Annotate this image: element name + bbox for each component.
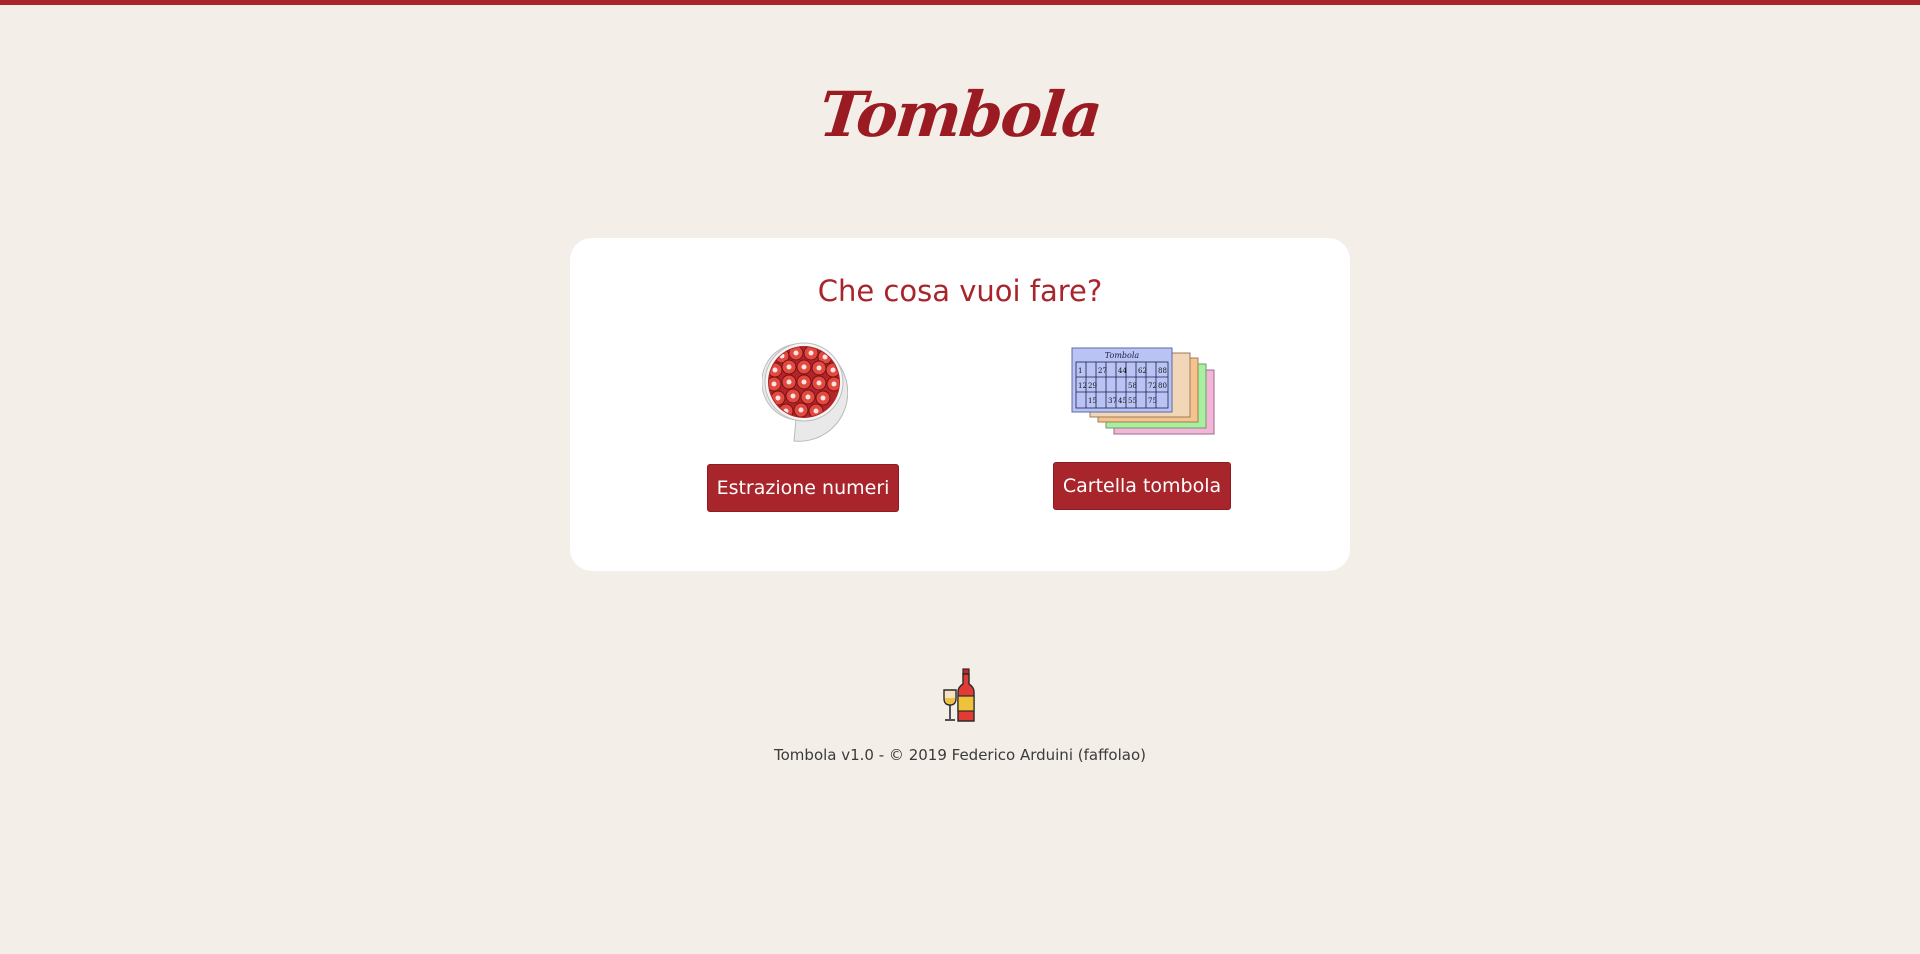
tombola-cards-icon: Tombola 1 27 44 62 88 12 29 58 72 80 15 … [1070,346,1218,442]
cartella-number: 37 [1108,397,1117,405]
wine-bottle-icon [941,668,977,728]
cartella-tombola-button[interactable]: Cartella tombola [1053,462,1231,510]
cartella-number: 58 [1128,382,1137,390]
cartella-number: 75 [1148,397,1157,405]
top-accent-bar [0,0,1920,5]
cartella-number: 12 [1078,382,1087,390]
cartella-number: 15 [1088,397,1097,405]
cartella-number: 29 [1088,382,1097,390]
cartella-number: 27 [1098,367,1107,375]
cartella-number: 45 [1118,397,1127,405]
cartella-header: Tombola [1105,351,1140,360]
cartella-number: 55 [1128,397,1137,405]
cartella-number: 80 [1158,382,1167,390]
cartella-number: 88 [1158,367,1167,375]
cartella-number: 72 [1148,382,1157,390]
estrazione-numeri-button[interactable]: Estrazione numeri [707,464,899,512]
action-card: Che cosa vuoi fare? Estrazione numeri To… [570,238,1350,571]
footer-copyright: Tombola v1.0 - © 2019 Federico Arduini (… [774,746,1146,764]
bingo-bowl-icon [761,342,849,448]
cartella-number: 44 [1118,367,1127,375]
app-logo: Tombola [815,78,1105,151]
cartella-number: 1 [1078,367,1082,375]
option-cartella: Tombola 1 27 44 62 88 12 29 58 72 80 15 … [966,238,1266,571]
option-estrazione: Estrazione numeri [597,238,899,571]
cartella-number: 62 [1138,367,1147,375]
